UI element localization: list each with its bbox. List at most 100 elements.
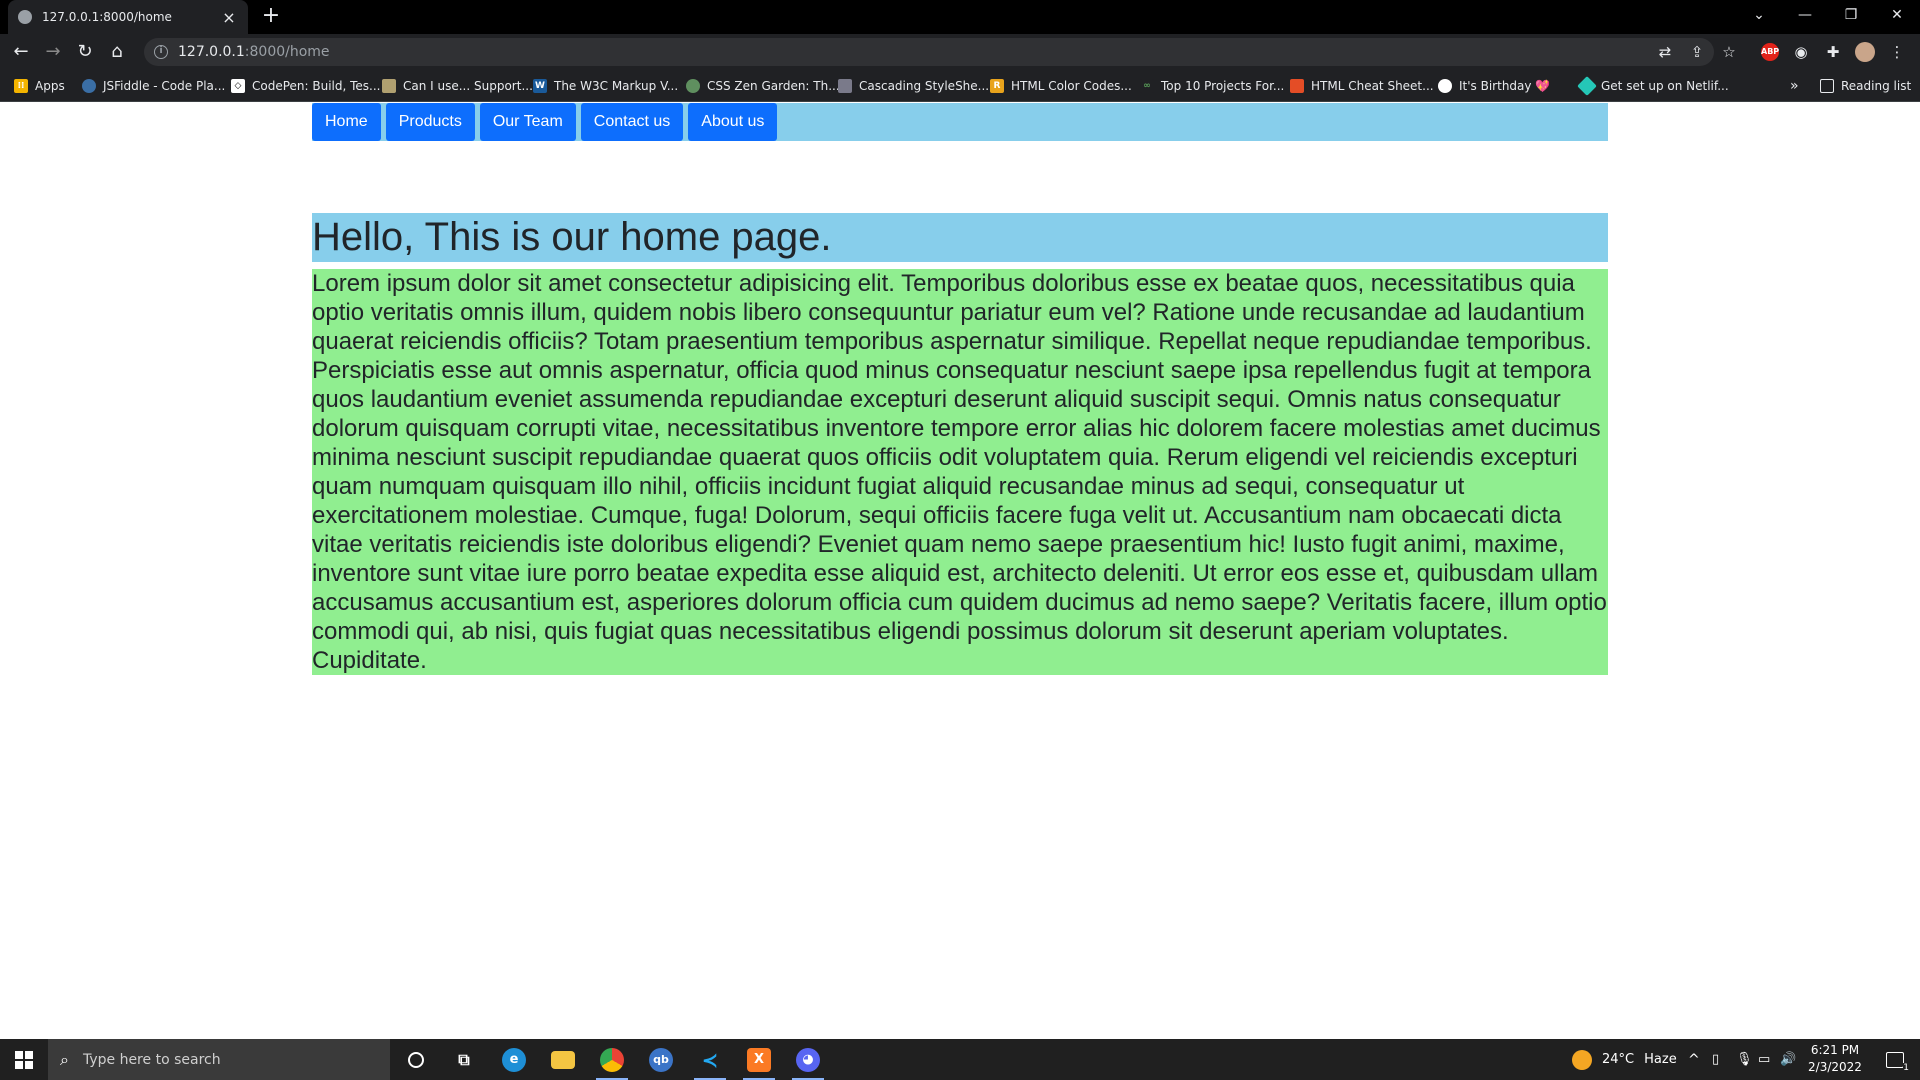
bookmarks-bar: ⁞⁞ Apps JSFiddle - Code Pla... ◇ CodePen… bbox=[0, 70, 1920, 102]
discord-icon[interactable]: ◕ bbox=[784, 1039, 832, 1080]
bookmark-apps[interactable]: ⁞⁞ Apps bbox=[14, 70, 65, 102]
bookmark-label: JSFiddle - Code Pla... bbox=[103, 79, 226, 93]
minimize-button[interactable]: — bbox=[1782, 0, 1828, 30]
xampp-icon[interactable]: X bbox=[735, 1039, 783, 1080]
windows-logo-icon bbox=[15, 1050, 33, 1069]
home-icon[interactable]: ⌂ bbox=[104, 39, 130, 65]
bookmark-top-projects[interactable]: ∞ Top 10 Projects For... bbox=[1140, 70, 1284, 102]
nav-about-link[interactable]: About us bbox=[688, 103, 778, 141]
edge-icon[interactable]: e bbox=[490, 1039, 538, 1080]
browser-tab[interactable]: 127.0.0.1:8000/home × bbox=[8, 0, 248, 34]
device-icon[interactable]: ▯ bbox=[1712, 1039, 1719, 1080]
new-tab-button[interactable]: + bbox=[258, 4, 284, 30]
more-bookmarks-icon[interactable]: » bbox=[1790, 70, 1799, 102]
apps-grid-icon: ⁞⁞ bbox=[14, 79, 28, 93]
bookmark-label: Top 10 Projects For... bbox=[1161, 79, 1285, 93]
chrome-icon[interactable] bbox=[588, 1039, 636, 1080]
bookmark-html-color-codes[interactable]: R HTML Color Codes... bbox=[990, 70, 1132, 102]
translate-icon[interactable]: ⇄ bbox=[1654, 41, 1676, 63]
restore-button[interactable]: ❐ bbox=[1828, 0, 1874, 30]
nav-our-team-link[interactable]: Our Team bbox=[479, 103, 576, 141]
url-path: :8000/home bbox=[244, 44, 330, 60]
sun-haze-icon bbox=[1572, 1049, 1592, 1070]
show-hidden-icons-icon[interactable]: ^ bbox=[1688, 1039, 1700, 1080]
start-button[interactable] bbox=[0, 1039, 48, 1080]
file-explorer-icon[interactable] bbox=[539, 1039, 587, 1080]
tab-search-icon[interactable]: ⌄ bbox=[1736, 0, 1782, 30]
bookmark-label: Get set up on Netlif... bbox=[1601, 79, 1729, 93]
notification-center-icon[interactable]: 1 bbox=[1880, 1039, 1910, 1080]
tab-strip: 127.0.0.1:8000/home × + ⌄ — ❐ ✕ bbox=[0, 0, 1920, 34]
bookmark-label: Cascading StyleShe... bbox=[859, 79, 990, 93]
reading-list-icon bbox=[1820, 79, 1834, 93]
bookmark-label: HTML Color Codes... bbox=[1011, 79, 1132, 93]
css-icon bbox=[838, 79, 852, 93]
weather-desc: Haze bbox=[1644, 1052, 1677, 1067]
close-tab-icon[interactable]: × bbox=[220, 8, 238, 27]
reading-list-button[interactable]: Reading list bbox=[1820, 70, 1911, 102]
tab-title: 127.0.0.1:8000/home bbox=[42, 10, 172, 24]
bookmark-css[interactable]: Cascading StyleShe... bbox=[838, 70, 989, 102]
body-paragraph: Lorem ipsum dolor sit amet consectetur a… bbox=[312, 269, 1608, 675]
profile-avatar[interactable] bbox=[1855, 42, 1875, 62]
site-navbar: Home Products Our Team Contact us About … bbox=[312, 103, 1608, 141]
forward-arrow-icon[interactable]: → bbox=[40, 39, 66, 65]
clock-date: 2/3/2022 bbox=[1808, 1060, 1862, 1074]
html-color-codes-icon: R bbox=[990, 79, 1004, 93]
notification-count: 1 bbox=[1903, 1062, 1909, 1073]
globe-icon bbox=[18, 10, 32, 24]
url-host: 127.0.0.1 bbox=[178, 44, 245, 60]
bookmark-label: The W3C Markup V... bbox=[554, 79, 679, 93]
extensions-puzzle-icon[interactable]: ✚ bbox=[1822, 41, 1844, 63]
netlify-icon bbox=[1577, 76, 1597, 96]
bookmark-birthday[interactable]: It's Birthday 💖 bbox=[1438, 70, 1550, 102]
bookmark-zen-garden[interactable]: CSS Zen Garden: Th... bbox=[686, 70, 840, 102]
volume-icon[interactable]: 🔊 bbox=[1780, 1039, 1796, 1080]
bookmark-netlify[interactable]: Get set up on Netlif... bbox=[1577, 70, 1729, 102]
cortana-icon[interactable] bbox=[392, 1039, 440, 1080]
site-info-icon[interactable]: i bbox=[154, 45, 168, 59]
bookmark-star-icon[interactable]: ☆ bbox=[1718, 41, 1740, 63]
windows-taskbar: ⌕ Type here to search ⧉ e qb ≺ X ◕ 24°C … bbox=[0, 1039, 1920, 1080]
reading-list-label: Reading list bbox=[1841, 79, 1912, 93]
caniuse-icon bbox=[382, 79, 396, 93]
network-icon[interactable]: ▭ bbox=[1758, 1039, 1770, 1080]
nav-products-link[interactable]: Products bbox=[385, 103, 475, 141]
bookmark-html-cheatsheet[interactable]: HTML Cheat Sheet... bbox=[1290, 70, 1434, 102]
reload-icon[interactable]: ↻ bbox=[72, 39, 98, 65]
bookmark-jsfiddle[interactable]: JSFiddle - Code Pla... bbox=[82, 70, 225, 102]
system-clock[interactable]: 6:21 PM 2/3/2022 bbox=[1795, 1042, 1875, 1076]
task-view-icon[interactable]: ⧉ bbox=[440, 1039, 488, 1080]
nav-home-link[interactable]: Home bbox=[312, 103, 381, 141]
menu-kebab-icon[interactable]: ⋮ bbox=[1886, 41, 1908, 63]
search-placeholder: Type here to search bbox=[82, 1051, 221, 1068]
adblock-plus-icon[interactable]: ABP bbox=[1761, 43, 1779, 61]
bookmark-label: CSS Zen Garden: Th... bbox=[707, 79, 840, 93]
weather-temp: 24°C bbox=[1602, 1052, 1635, 1067]
bookmark-caniuse[interactable]: Can I use... Support... bbox=[382, 70, 533, 102]
back-arrow-icon[interactable]: ← bbox=[8, 39, 34, 65]
jsfiddle-icon bbox=[82, 79, 96, 93]
codepen-icon: ◇ bbox=[231, 79, 245, 93]
page-heading: Hello, This is our home page. bbox=[312, 213, 1608, 262]
address-bar[interactable]: i 127.0.0.1:8000/home bbox=[144, 38, 1714, 66]
bookmark-w3c[interactable]: W The W3C Markup V... bbox=[533, 70, 678, 102]
bookmark-label: HTML Cheat Sheet... bbox=[1311, 79, 1434, 93]
close-window-button[interactable]: ✕ bbox=[1874, 0, 1920, 30]
birthday-icon bbox=[1438, 79, 1452, 93]
vscode-icon[interactable]: ≺ bbox=[686, 1039, 734, 1080]
extension-circle-icon[interactable]: ◉ bbox=[1790, 41, 1812, 63]
clock-time: 6:21 PM bbox=[1810, 1043, 1860, 1057]
weather-widget[interactable]: 24°C Haze bbox=[1572, 1039, 1677, 1080]
bookmark-label: Can I use... Support... bbox=[403, 79, 533, 93]
share-icon[interactable]: ⇪ bbox=[1686, 41, 1708, 63]
nav-contact-link[interactable]: Contact us bbox=[580, 103, 684, 141]
page-viewport: Home Products Our Team Contact us About … bbox=[0, 103, 1920, 1039]
taskbar-search-box[interactable]: ⌕ Type here to search bbox=[48, 1039, 390, 1080]
bookmark-label: Apps bbox=[35, 79, 65, 93]
projects-icon: ∞ bbox=[1140, 79, 1154, 93]
html-cheatsheet-icon bbox=[1290, 79, 1304, 93]
bookmark-codepen[interactable]: ◇ CodePen: Build, Tes... bbox=[231, 70, 381, 102]
microphone-icon[interactable]: 🎙 bbox=[1736, 1039, 1753, 1080]
qbittorrent-icon[interactable]: qb bbox=[637, 1039, 685, 1080]
